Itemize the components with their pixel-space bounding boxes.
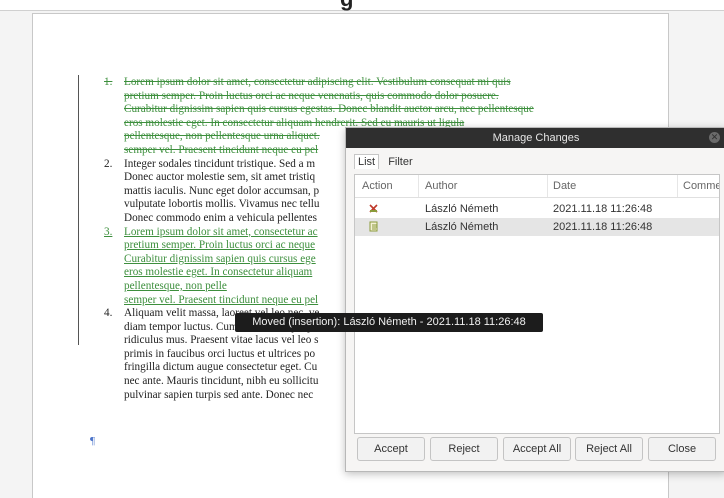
list-header: Action Author Date Comment [355,175,719,198]
deleted-text-line: pretium semper. Proin luctus orci ac neq… [124,89,499,102]
changes-list[interactable]: Action Author Date Comment László Németh… [354,174,720,434]
manage-changes-dialog: Manage Changes ✕ List Filter Action Auth… [345,127,724,472]
change-bar [78,75,79,345]
deleted-text-line: Curabitur dignissim sapien quis cursus e… [124,103,534,116]
tab-bar: List Filter [354,154,419,172]
column-header-date[interactable]: Date [553,180,576,192]
row-author: László Németh [425,203,499,215]
column-header-author[interactable]: Author [425,180,457,192]
table-row-selected[interactable]: László Németh 2021.11.18 11:26:48 [355,218,719,236]
heading-fragment: g [340,0,353,12]
change-tooltip: Moved (insertion): László Németh - 2021.… [235,313,543,332]
dialog-title: Manage Changes [492,132,580,144]
row-date: 2021.11.18 11:26:48 [553,221,653,233]
close-icon[interactable]: ✕ [709,132,720,143]
reject-button[interactable]: Reject [430,437,498,461]
column-divider[interactable] [547,175,548,197]
column-divider[interactable] [418,175,419,197]
row-author: László Németh [425,221,499,233]
window-top-edge: g [0,0,724,11]
move-insert-change-icon [369,221,378,232]
dialog-button-row: Accept Reject Accept All Reject All Clos… [354,437,718,461]
accept-button[interactable]: Accept [357,437,425,461]
reject-all-button[interactable]: Reject All [575,437,643,461]
column-header-comment[interactable]: Comment [683,180,719,192]
delete-change-icon [369,204,378,213]
tab-filter[interactable]: Filter [384,154,416,170]
list-number: 1. [104,76,113,88]
close-button[interactable]: Close [648,437,716,461]
column-divider[interactable] [677,175,678,197]
list-number: 4. [104,307,113,320]
column-header-action[interactable]: Action [362,180,393,192]
list-number: 3. [104,225,113,238]
accept-all-button[interactable]: Accept All [503,437,571,461]
row-date: 2021.11.18 11:26:48 [553,203,653,215]
dialog-titlebar[interactable]: Manage Changes ✕ [346,128,724,148]
deleted-text-line: Lorem ipsum dolor sit amet, consectetur … [124,76,511,88]
paragraph-mark: ¶ [90,435,95,447]
table-row[interactable]: László Németh 2021.11.18 11:26:48 [355,200,719,218]
tab-list[interactable]: List [354,154,380,169]
list-number: 2. [104,157,113,170]
